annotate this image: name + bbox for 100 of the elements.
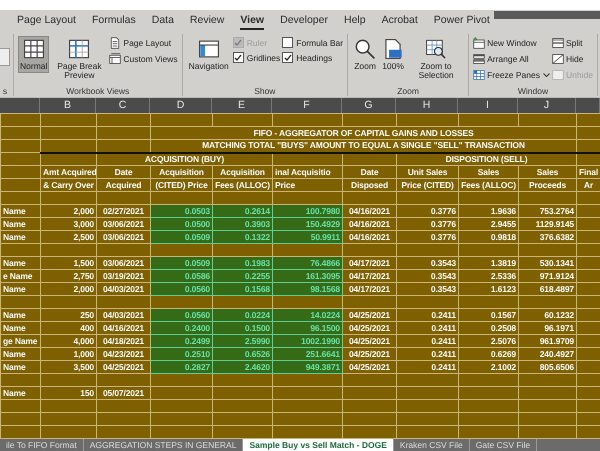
table-cell: [0, 244, 40, 256]
table-cell: 1.3819: [458, 256, 518, 270]
table-cell: [212, 412, 272, 426]
column-heading: Sales: [458, 166, 518, 178]
checkbox[interactable]: [282, 52, 294, 63]
table-cell: [458, 114, 518, 126]
table-cell: [0, 400, 40, 412]
column-heading: Sales: [518, 166, 576, 178]
column-heading: Final: [576, 166, 600, 178]
ribbon-button[interactable]: Page Layout: [109, 36, 178, 50]
table-cell: 0.3543: [396, 270, 458, 282]
table-cell: 2.4620: [212, 360, 272, 374]
table-cell: [150, 412, 212, 426]
table-cell: 0.1567: [458, 308, 518, 322]
ribbon-button[interactable]: Zoom: [352, 36, 378, 74]
ribbon-tab[interactable]: Acrobat: [382, 12, 418, 30]
ribbon-button[interactable]: Zoom to Selection: [408, 36, 464, 83]
ribbon-button[interactable]: Hide: [552, 52, 593, 66]
ribbon-button[interactable]: Freeze Panes: [473, 68, 550, 82]
ribbon-button[interactable]: New Window: [473, 36, 550, 50]
column-header[interactable]: J: [518, 98, 576, 113]
table-cell: 0.2614: [212, 204, 272, 218]
table-cell: 0.2411: [396, 322, 458, 334]
ribbon-tab[interactable]: Review: [190, 12, 224, 30]
group-label: Zoom: [396, 86, 420, 96]
table-cell: [40, 412, 96, 426]
ribbon-button[interactable]: 100%: [380, 36, 406, 74]
table-cell: 2,000: [40, 282, 96, 296]
table-cell: [518, 244, 576, 256]
table-cell: [396, 386, 458, 400]
table-cell: 05/07/2021: [96, 386, 150, 400]
table-cell: [518, 400, 576, 412]
column-heading: Acquired: [96, 178, 150, 192]
table-cell: 0.2400: [150, 322, 212, 334]
column-header[interactable]: C: [96, 98, 150, 113]
ribbon-button[interactable]: Split: [552, 36, 593, 50]
sheet-tab[interactable]: Sample Buy vs Sell Match - DOGE: [243, 439, 394, 451]
checkbox[interactable]: [232, 52, 244, 63]
column-header[interactable]: D: [150, 98, 212, 113]
column-header[interactable]: B: [40, 98, 96, 113]
table-cell: 530.1341: [518, 256, 576, 270]
table-cell: 03/06/2021: [96, 218, 150, 230]
table-cell: [458, 192, 518, 204]
table-cell: 03/06/2021: [96, 230, 150, 244]
table-cell: [342, 386, 396, 400]
dropdown-stub[interactable]: [0, 48, 10, 66]
ribbon-tab[interactable]: Page Layout: [17, 12, 76, 30]
table-cell: 400: [40, 322, 96, 334]
ribbon-tab[interactable]: Help: [344, 12, 366, 30]
table-cell: 04/17/2021: [342, 270, 396, 282]
table-cell: Name: [0, 308, 40, 322]
column-header[interactable]: F: [272, 98, 342, 113]
table-cell: [40, 140, 96, 152]
window-icon: [552, 69, 564, 81]
table-cell: 2,500: [40, 230, 96, 244]
window-panel-icon: [198, 38, 220, 60]
table-cell: 961.9709: [518, 334, 576, 348]
column-header[interactable]: G: [342, 98, 396, 113]
column-header[interactable]: H: [396, 98, 458, 113]
column-header[interactable]: I: [458, 98, 518, 113]
table-cell: Name: [0, 256, 40, 270]
table-cell: 0.0560: [150, 282, 212, 296]
checkbox[interactable]: [282, 37, 294, 48]
table-cell: 753.2764: [518, 204, 576, 218]
table-cell: 1129.9145: [518, 218, 576, 230]
table-cell: [396, 244, 458, 256]
table-cell: [40, 244, 96, 256]
ribbon-tab[interactable]: Formulas: [92, 12, 136, 30]
checkbox-option[interactable]: Formula Bar: [282, 36, 344, 49]
table-cell: 04/25/2021: [342, 348, 396, 360]
ribbon-tab[interactable]: Developer: [280, 12, 328, 30]
table-cell: 2.5076: [458, 334, 518, 348]
table-cell: [40, 296, 96, 308]
ribbon-tab[interactable]: Power Pivot: [434, 12, 490, 30]
table-cell: [458, 400, 518, 412]
table-cell: [0, 126, 40, 140]
column-heading: Acquisition: [150, 166, 212, 178]
table-cell: [96, 400, 150, 412]
ribbon-button[interactable]: Normal: [18, 36, 50, 74]
ribbon-tab[interactable]: View: [240, 12, 264, 30]
table-cell: 04/03/2021: [96, 308, 150, 322]
table-cell: [96, 296, 150, 308]
ribbon-button[interactable]: Page Break Preview: [51, 36, 108, 83]
column-heading: Fees (ALLOC): [458, 178, 518, 192]
ribbon-button[interactable]: Arrange All: [473, 52, 550, 66]
table-cell: 2.5336: [458, 270, 518, 282]
table-cell: 04/25/2021: [342, 334, 396, 348]
group-label: s: [2, 86, 8, 96]
table-cell: 0.0560: [150, 308, 212, 322]
table-cell: 0.2411: [396, 348, 458, 360]
table-cell: [272, 386, 342, 400]
checkbox-option[interactable]: Gridlines: [232, 51, 280, 64]
checkbox-option[interactable]: Headings: [282, 51, 344, 64]
ribbon-tab[interactable]: Data: [152, 12, 174, 30]
ribbon-button[interactable]: Navigation: [186, 36, 231, 74]
column-header[interactable]: E: [212, 98, 272, 113]
table-cell: [342, 374, 396, 386]
table-cell: 949.3871: [272, 360, 342, 374]
table-cell: 0.0503: [150, 204, 212, 218]
ribbon-button[interactable]: Custom Views: [109, 52, 178, 66]
